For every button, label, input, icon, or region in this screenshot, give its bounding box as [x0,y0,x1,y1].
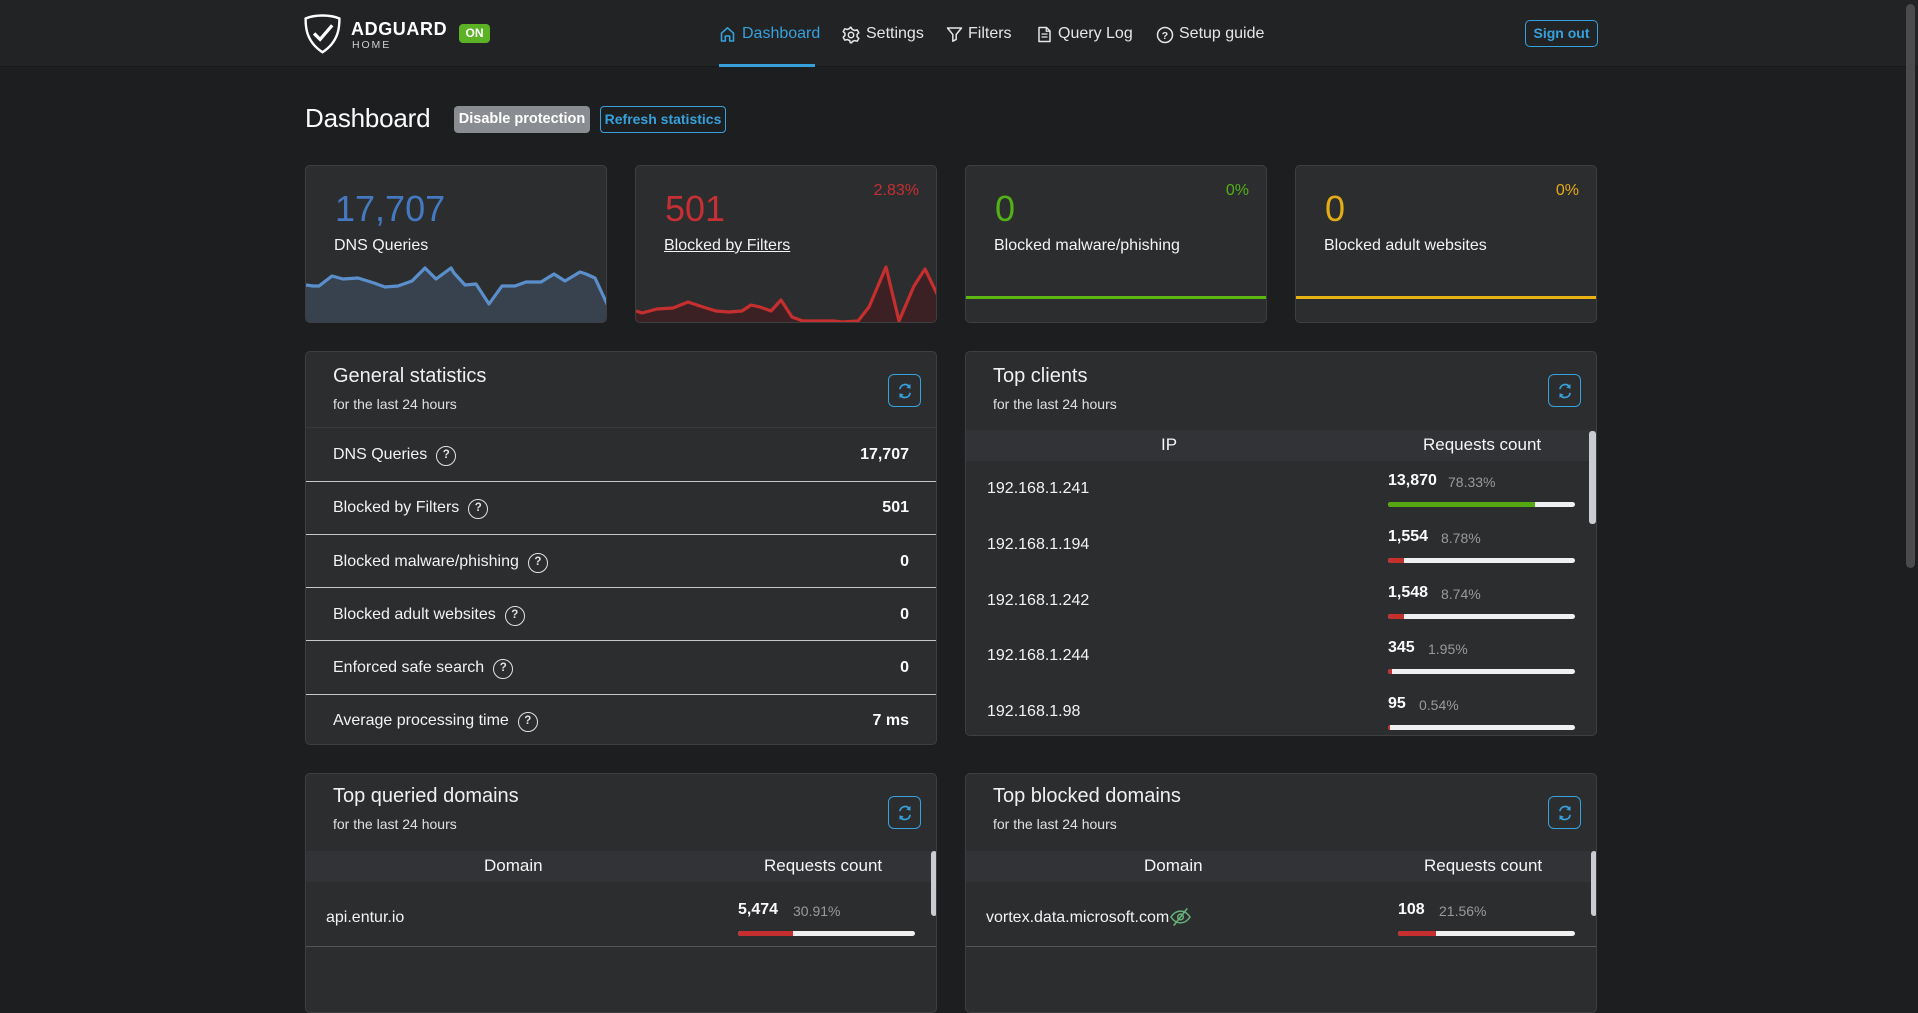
svg-text:?: ? [1162,30,1168,42]
